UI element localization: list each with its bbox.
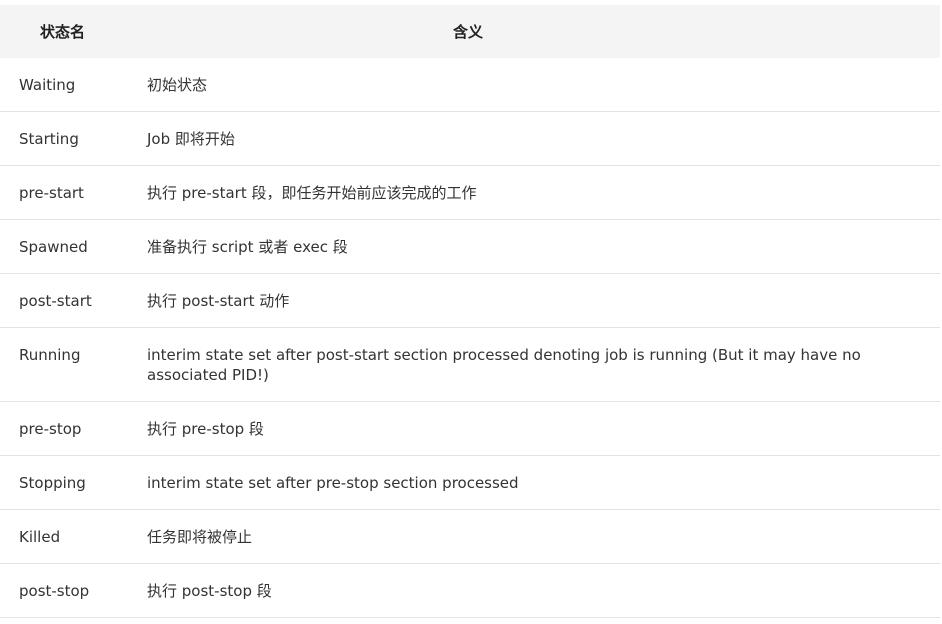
state-meaning-cell: 准备执行 script 或者 exec 段 bbox=[128, 219, 940, 274]
state-meaning-cell: 执行 pre-stop 段 bbox=[128, 401, 940, 456]
table-header: 状态名 含义 bbox=[0, 5, 940, 58]
table-row: post-stop 执行 post-stop 段 bbox=[0, 563, 940, 618]
header-state-name: 状态名 bbox=[0, 5, 128, 58]
table-row: Waiting 初始状态 bbox=[0, 58, 940, 112]
table-body: Waiting 初始状态 Starting Job 即将开始 pre-start… bbox=[0, 58, 940, 618]
state-meaning-cell: 执行 pre-start 段，即任务开始前应该完成的工作 bbox=[128, 165, 940, 220]
state-name-cell: pre-start bbox=[0, 165, 128, 220]
table-row: Starting Job 即将开始 bbox=[0, 111, 940, 166]
state-meaning-cell: 执行 post-stop 段 bbox=[128, 563, 940, 618]
state-name-cell: post-stop bbox=[0, 563, 128, 618]
table-row: Stopping interim state set after pre-sto… bbox=[0, 455, 940, 510]
table-row: pre-start 执行 pre-start 段，即任务开始前应该完成的工作 bbox=[0, 165, 940, 220]
state-meaning-cell: 执行 post-start 动作 bbox=[128, 273, 940, 328]
state-meaning-cell: 任务即将被停止 bbox=[128, 509, 940, 564]
table-row: Killed 任务即将被停止 bbox=[0, 509, 940, 564]
state-name-cell: Stopping bbox=[0, 455, 128, 510]
state-meaning-cell: interim state set after pre-stop section… bbox=[128, 455, 940, 510]
header-row: 状态名 含义 bbox=[0, 5, 940, 58]
state-name-cell: Waiting bbox=[0, 58, 128, 112]
table-row: Running interim state set after post-sta… bbox=[0, 327, 940, 402]
state-meaning-cell: interim state set after post-start secti… bbox=[128, 327, 940, 402]
state-name-cell: pre-stop bbox=[0, 401, 128, 456]
state-meaning-cell: Job 即将开始 bbox=[128, 111, 940, 166]
state-name-cell: Spawned bbox=[0, 219, 128, 274]
state-table: 状态名 含义 Waiting 初始状态 Starting Job 即将开始 pr… bbox=[0, 5, 940, 618]
table-row: post-start 执行 post-start 动作 bbox=[0, 273, 940, 328]
table-row: pre-stop 执行 pre-stop 段 bbox=[0, 401, 940, 456]
state-name-cell: Running bbox=[0, 327, 128, 402]
state-name-cell: Killed bbox=[0, 509, 128, 564]
state-name-cell: post-start bbox=[0, 273, 128, 328]
state-name-cell: Starting bbox=[0, 111, 128, 166]
state-meaning-cell: 初始状态 bbox=[128, 58, 940, 112]
table-row: Spawned 准备执行 script 或者 exec 段 bbox=[0, 219, 940, 274]
header-meaning: 含义 bbox=[128, 5, 940, 58]
